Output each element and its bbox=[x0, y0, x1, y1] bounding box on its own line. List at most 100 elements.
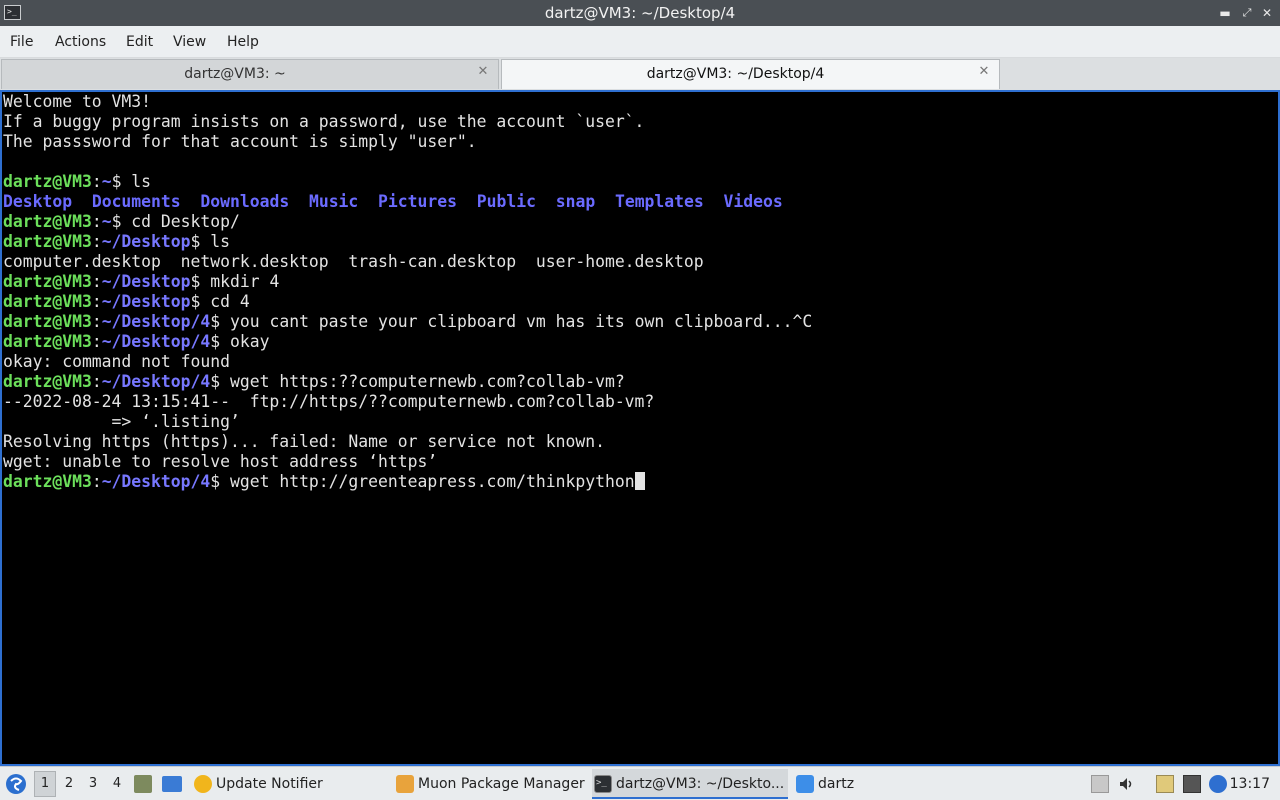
network-icon[interactable] bbox=[1183, 775, 1201, 793]
terminal-line: wget: unable to resolve host address ‘ht… bbox=[3, 452, 812, 472]
prompt-symbol: $ bbox=[210, 472, 221, 491]
terminal-line: => ‘.listing’ bbox=[3, 412, 812, 432]
prompt-separator: : bbox=[91, 212, 102, 231]
file-manager-launcher-icon[interactable] bbox=[134, 775, 152, 793]
terminal-line: The passsword for that account is simply… bbox=[3, 132, 812, 152]
prompt-path: ~ bbox=[101, 172, 112, 191]
terminal-area[interactable]: Welcome to VM3! If a buggy program insist… bbox=[0, 90, 1280, 766]
prompt-command: you cant paste your clipboard vm has its… bbox=[220, 312, 813, 331]
terminal-text: => ‘.listing’ bbox=[3, 412, 240, 431]
task-label: Muon Package Manager bbox=[418, 776, 585, 792]
workspace-2[interactable]: 2 bbox=[58, 767, 80, 800]
tray-arrow-icon[interactable] bbox=[1091, 775, 1109, 793]
prompt-user: dartz@VM3 bbox=[3, 272, 92, 291]
prompt-symbol: $ bbox=[190, 232, 201, 251]
terminal-line: dartz@VM3:~/Desktop/4$ wget http://green… bbox=[3, 472, 812, 492]
notification-icon[interactable] bbox=[1209, 775, 1227, 793]
workspace-1[interactable]: 1 bbox=[34, 771, 56, 797]
task-update-notifier[interactable]: Update Notifier bbox=[192, 769, 388, 799]
prompt-user: dartz@VM3 bbox=[3, 172, 92, 191]
prompt-path: ~/Desktop/4 bbox=[101, 312, 211, 331]
volume-icon[interactable] bbox=[1118, 775, 1136, 793]
terminal-text: Welcome to VM3! bbox=[3, 92, 152, 111]
window-title: dartz@VM3: ~/Desktop/4 bbox=[544, 4, 736, 22]
terminal-text: wget: unable to resolve host address ‘ht… bbox=[3, 452, 438, 471]
tab-home[interactable]: dartz@VM3: ~ ✕ bbox=[1, 59, 499, 89]
clock: 13:17 bbox=[1229, 776, 1270, 792]
terminal-line: dartz@VM3:~/Desktop$ mkdir 4 bbox=[3, 272, 812, 292]
prompt-path: ~ bbox=[101, 212, 112, 231]
directory-entry: Public bbox=[476, 192, 536, 211]
prompt-symbol: $ bbox=[190, 292, 201, 311]
start-menu-icon[interactable] bbox=[4, 772, 28, 796]
clipboard-icon[interactable] bbox=[1156, 775, 1174, 793]
directory-entry: snap bbox=[555, 192, 596, 211]
prompt-separator: : bbox=[91, 292, 102, 311]
terminal-line: Welcome to VM3! bbox=[3, 92, 812, 112]
prompt-user: dartz@VM3 bbox=[3, 472, 92, 491]
tab-bar: dartz@VM3: ~ ✕ dartz@VM3: ~/Desktop/4 ✕ bbox=[0, 58, 1280, 90]
terminal-line: dartz@VM3:~$ cd Desktop/ bbox=[3, 212, 812, 232]
terminal-text: computer.desktop network.desktop trash-c… bbox=[3, 252, 704, 271]
tab-label: dartz@VM3: ~ bbox=[184, 66, 286, 82]
terminal-line: computer.desktop network.desktop trash-c… bbox=[3, 252, 812, 272]
prompt-path: ~/Desktop bbox=[101, 292, 191, 311]
terminal-line: dartz@VM3:~/Desktop/4$ wget https:??comp… bbox=[3, 372, 812, 392]
prompt-user: dartz@VM3 bbox=[3, 372, 92, 391]
prompt-path: ~/Desktop bbox=[101, 272, 191, 291]
menu-help[interactable]: Help bbox=[227, 34, 259, 50]
terminal-text: Resolving https (https)... failed: Name … bbox=[3, 432, 605, 451]
terminal-line: Resolving https (https)... failed: Name … bbox=[3, 432, 812, 452]
prompt-command: wget http://greenteapress.com/thinkpytho… bbox=[220, 472, 635, 491]
prompt-symbol: $ bbox=[210, 332, 221, 351]
terminal-line: dartz@VM3:~/Desktop/4$ you cant paste yo… bbox=[3, 312, 812, 332]
prompt-separator: : bbox=[91, 232, 102, 251]
terminal-line: dartz@VM3:~/Desktop$ cd 4 bbox=[3, 292, 812, 312]
window-titlebar: >_ dartz@VM3: ~/Desktop/4 ▬ ⤢ ✕ bbox=[0, 0, 1280, 26]
prompt-command: cd 4 bbox=[200, 292, 250, 311]
terminal-line: dartz@VM3:~/Desktop$ ls bbox=[3, 232, 812, 252]
prompt-path: ~/Desktop/4 bbox=[101, 332, 211, 351]
workspace-3[interactable]: 3 bbox=[82, 767, 104, 800]
prompt-symbol: $ bbox=[210, 372, 221, 391]
prompt-separator: : bbox=[91, 312, 102, 331]
prompt-symbol: $ bbox=[111, 172, 122, 191]
minimize-icon[interactable]: ▬ bbox=[1217, 5, 1233, 21]
prompt-command: ls bbox=[121, 172, 152, 191]
task-folder-dartz[interactable]: dartz bbox=[794, 769, 990, 799]
maximize-icon[interactable]: ⤢ bbox=[1239, 5, 1255, 21]
menu-view[interactable]: View bbox=[173, 34, 206, 50]
task-label: dartz bbox=[818, 776, 855, 792]
tab-close-icon[interactable]: ✕ bbox=[476, 65, 490, 79]
terminal-text: The passsword for that account is simply… bbox=[3, 132, 477, 151]
directory-entry: Desktop bbox=[3, 192, 73, 211]
show-desktop-icon[interactable] bbox=[162, 776, 182, 792]
directory-entry: Pictures bbox=[378, 192, 457, 211]
menu-actions[interactable]: Actions bbox=[55, 34, 106, 50]
workspace-4[interactable]: 4 bbox=[106, 767, 128, 800]
prompt-command: mkdir 4 bbox=[200, 272, 280, 291]
prompt-symbol: $ bbox=[190, 272, 201, 291]
tab-label: dartz@VM3: ~/Desktop/4 bbox=[646, 66, 825, 82]
prompt-command: ls bbox=[200, 232, 230, 251]
menu-file[interactable]: File bbox=[10, 34, 33, 50]
directory-entry: Videos bbox=[723, 192, 783, 211]
directory-entry: Documents bbox=[91, 192, 181, 211]
close-icon[interactable]: ✕ bbox=[1259, 5, 1275, 21]
tab-desktop-4[interactable]: dartz@VM3: ~/Desktop/4 ✕ bbox=[501, 59, 1000, 89]
terminal-text: okay: command not found bbox=[3, 352, 230, 371]
prompt-separator: : bbox=[91, 272, 102, 291]
terminal-text: --2022-08-24 13:15:41-- ftp://https/??co… bbox=[3, 392, 655, 411]
task-terminal[interactable]: >_ dartz@VM3: ~/Deskto... bbox=[592, 769, 788, 799]
taskbar: 1 2 3 4 Update Notifier Muon Package Man… bbox=[0, 766, 1280, 800]
menu-edit[interactable]: Edit bbox=[126, 34, 153, 50]
terminal-icon: >_ bbox=[594, 775, 612, 793]
task-muon-package-manager[interactable]: Muon Package Manager bbox=[394, 769, 590, 799]
tab-close-icon[interactable]: ✕ bbox=[977, 65, 991, 79]
